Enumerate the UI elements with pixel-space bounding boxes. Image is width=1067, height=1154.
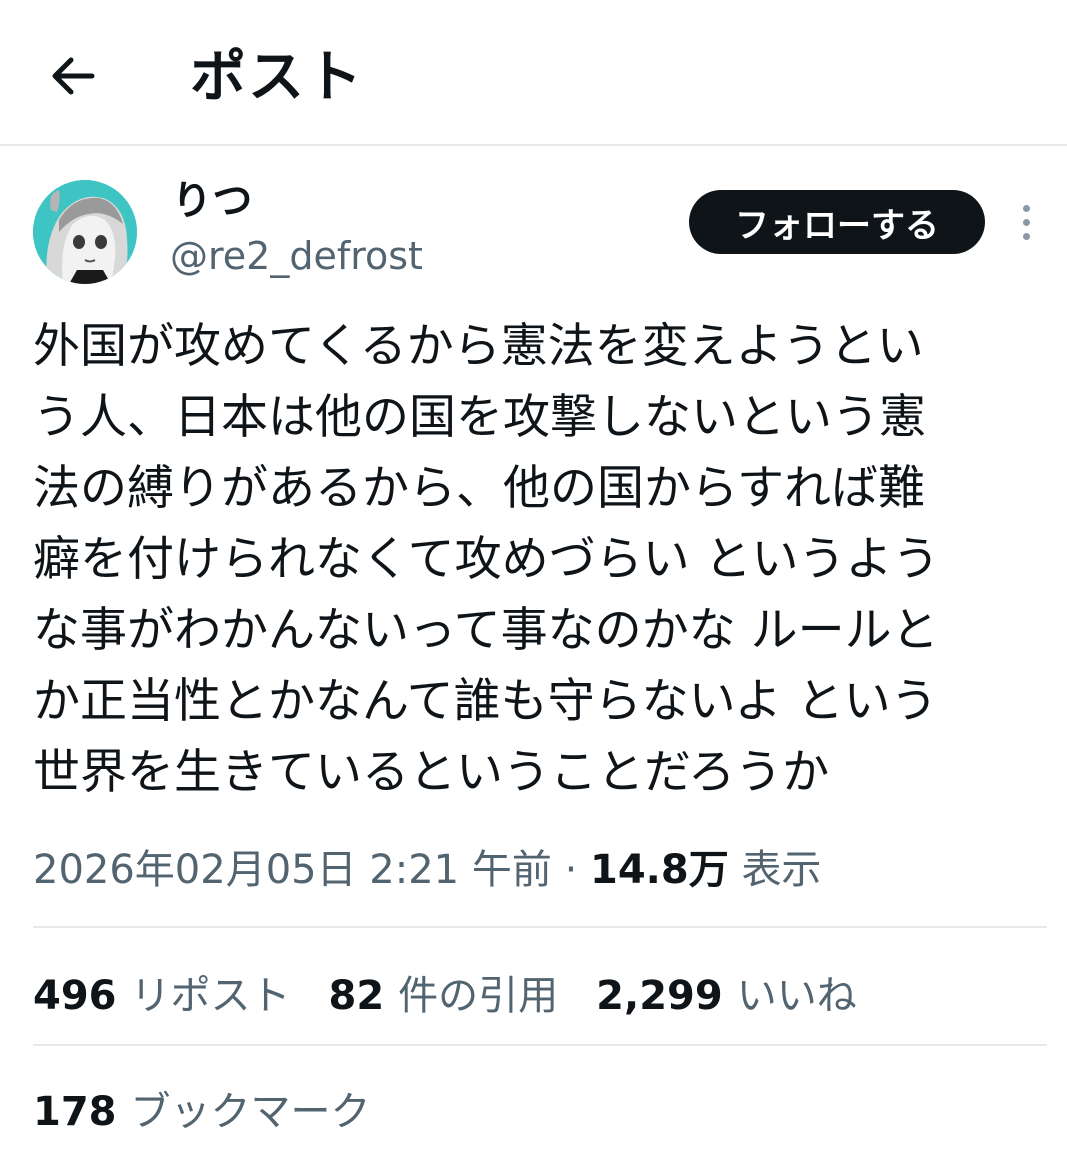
tweet-line: う人、日本は他の国を攻撃しないという憲: [33, 390, 926, 445]
tweet-line: 世界を生きているということだろうか: [33, 745, 830, 800]
avatar[interactable]: [33, 180, 137, 284]
likes-label: いいね: [736, 973, 857, 1019]
page-header: ポスト: [0, 0, 1067, 146]
more-options-button[interactable]: [1008, 198, 1044, 246]
divider: [33, 926, 1047, 928]
tweet-line: 外国が攻めてくるから憲法を変えようとい: [33, 319, 924, 374]
tweet-line: 癖を付けられなくて攻めづらい というよう: [33, 532, 940, 587]
follow-button[interactable]: フォローする: [689, 190, 985, 254]
reposts-count: 496: [33, 973, 117, 1019]
page-title: ポスト: [190, 45, 364, 110]
more-vertical-icon-dot: [1022, 232, 1030, 240]
meta-separator: ·: [551, 847, 591, 893]
author-display-name[interactable]: りつ: [172, 173, 252, 229]
more-vertical-icon-dot: [1022, 204, 1030, 212]
tweet-meta: 2026年02月05日 2:21 午前 · 14.8万 表示: [33, 840, 821, 900]
quotes-stat[interactable]: 82 件の引用: [329, 963, 559, 1021]
quotes-count: 82: [328, 973, 385, 1019]
bookmarks-count: 178: [33, 1089, 117, 1135]
back-button[interactable]: [42, 45, 104, 107]
more-vertical-icon-dot: [1022, 218, 1030, 226]
quotes-label: 件の引用: [398, 973, 559, 1019]
views-label: 表示: [741, 847, 822, 893]
tweet-line: な事がわかんないって事なのかな ルールと: [33, 603, 939, 658]
bookmarks-label: ブックマーク: [130, 1089, 371, 1135]
likes-stat[interactable]: 2,299 いいね: [596, 963, 857, 1021]
author-handle[interactable]: @re2_defrost: [170, 228, 423, 284]
tweet-timestamp[interactable]: 2026年02月05日 2:21 午前: [33, 847, 552, 893]
tweet-line: か正当性とかなんて誰も守らないよ という: [33, 674, 938, 729]
avatar-illustration: [33, 180, 137, 284]
arrow-left-icon: [52, 57, 95, 95]
tweet-text: 外国が攻めてくるから憲法を変えようとい う人、日本は他の国を攻撃しないという憲 …: [33, 311, 1033, 808]
bookmarks-stat-inner: 178 ブックマーク: [33, 1079, 371, 1137]
bookmarks-stat[interactable]: 178 ブックマーク: [33, 1078, 409, 1138]
divider: [33, 1044, 1047, 1046]
tweet-line: 法の縛りがあるから、他の国からすれば難: [33, 461, 926, 516]
likes-count: 2,299: [596, 973, 723, 1019]
engagement-stats: 496 リポスト 82 件の引用 2,299 いいね: [33, 962, 895, 1022]
reposts-stat[interactable]: 496 リポスト: [33, 963, 291, 1021]
reposts-label: リポスト: [130, 973, 291, 1019]
views-count: 14.8万: [590, 847, 729, 893]
